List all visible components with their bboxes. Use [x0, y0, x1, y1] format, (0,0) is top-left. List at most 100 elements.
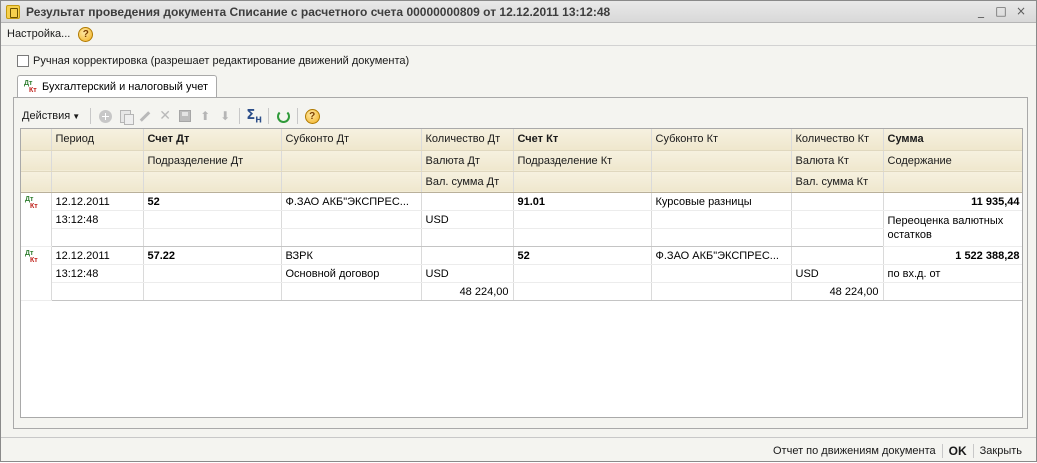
manual-correction-checkbox[interactable]: [17, 55, 29, 67]
subconto-kt: [651, 228, 792, 247]
help-icon[interactable]: ?: [303, 107, 321, 125]
maximize-icon[interactable]: □: [992, 3, 1010, 19]
save-icon[interactable]: [176, 107, 194, 125]
help-icon[interactable]: ?: [78, 26, 94, 42]
manual-correction-option[interactable]: Ручная корректировка (разрешает редактир…: [17, 55, 409, 67]
toolbar-separator: [90, 108, 92, 124]
table-row[interactable]: 48 224,00 48 224,00: [21, 282, 1022, 301]
currency-kt: USD: [791, 264, 884, 283]
subconto-kt: Ф.ЗАО АКБ"ЭКСПРЕС...: [651, 246, 792, 265]
col-division-kt[interactable]: Подразделение Кт: [513, 150, 652, 172]
tab-accounting[interactable]: Дт Кт Бухгалтерский и налоговый учет: [17, 75, 218, 97]
dt-kt-icon: Дт Кт: [21, 246, 52, 301]
tab-panel: Действия ▼ ✕ ⬆ ⬇ ΣH ? Период Счет Дт Суб…: [13, 97, 1028, 429]
minimize-icon[interactable]: _: [972, 3, 990, 19]
col-qty-kt[interactable]: Количество Кт: [791, 129, 884, 151]
subconto-kt: [651, 210, 792, 229]
qty-dt: [421, 192, 514, 211]
col-content[interactable]: Содержание: [883, 150, 1022, 172]
content: Переоценка валютных остатков: [883, 210, 1022, 247]
grid-toolbar: Действия ▼ ✕ ⬆ ⬇ ΣH ?: [22, 106, 322, 126]
document-icon: [6, 4, 20, 19]
currency-dt: USD: [421, 210, 514, 229]
tab-label: Бухгалтерский и налоговый учет: [42, 80, 209, 93]
period-time: 13:12:48: [51, 264, 144, 283]
menu-bar: Настройка... ?: [1, 23, 1036, 45]
toolbar-separator: [239, 108, 241, 124]
delete-icon[interactable]: ✕: [156, 107, 174, 125]
period-date: 12.12.2011: [51, 192, 144, 211]
refresh-icon[interactable]: [274, 107, 292, 125]
qty-kt: [791, 246, 884, 265]
close-icon[interactable]: ×: [1012, 3, 1030, 19]
table-row[interactable]: 13:12:48 USD Переоценка валютных остатко…: [21, 210, 1022, 247]
col-account-dt[interactable]: Счет Дт: [143, 129, 282, 151]
dt-kt-icon: Дт Кт: [24, 79, 37, 94]
col-cur-sum-kt[interactable]: Вал. сумма Кт: [791, 171, 884, 193]
qty-kt: [791, 192, 884, 211]
sum-icon[interactable]: ΣH: [245, 107, 263, 125]
table-row[interactable]: [21, 228, 1022, 247]
table-row[interactable]: Дт Кт 12.12.2011 57.22 ВЗРК 52 Ф.ЗАО АКБ"…: [21, 246, 1022, 301]
divider: [1, 45, 1036, 46]
ok-button[interactable]: OK: [943, 444, 973, 458]
settings-menu[interactable]: Настройка...: [7, 28, 70, 40]
move-up-icon[interactable]: ⬆: [196, 107, 214, 125]
subconto-kt: [651, 282, 792, 301]
content: по вх.д. от: [883, 264, 1022, 283]
account-dt: 57.22: [143, 246, 282, 265]
col-division-dt[interactable]: Подразделение Дт: [143, 150, 282, 172]
period-date: 12.12.2011: [51, 246, 144, 265]
subconto-dt: Основной договор: [281, 264, 422, 283]
document-postings-window: Результат проведения документа Списание …: [0, 0, 1037, 462]
currency-dt: USD: [421, 264, 514, 283]
table-row[interactable]: Дт Кт 12.12.2011 52 Ф.ЗАО АКБ"ЭКСПРЕС... …: [21, 192, 1022, 247]
window-controls: _ □ ×: [972, 3, 1030, 19]
subconto-dt: ВЗРК: [281, 246, 422, 265]
col-subconto-dt[interactable]: Субконто Дт: [281, 129, 422, 151]
qty-dt: [421, 246, 514, 265]
col-currency-kt[interactable]: Валюта Кт: [791, 150, 884, 172]
cur-sum-kt: 48 224,00: [791, 282, 884, 301]
table-row[interactable]: 13:12:48 Основной договор USD USD по вх.…: [21, 264, 1022, 283]
col-icon: [21, 129, 52, 151]
header-row: Подразделение Дт Валюта Дт Подразделение…: [21, 150, 1022, 172]
toolbar-separator: [297, 108, 299, 124]
col-cur-sum-dt[interactable]: Вал. сумма Дт: [421, 171, 514, 193]
col-amount[interactable]: Сумма: [883, 129, 1022, 151]
subconto-dt: Ф.ЗАО АКБ"ЭКСПРЕС...: [281, 192, 422, 211]
title-bar: Результат проведения документа Списание …: [1, 1, 1036, 23]
actions-menu-button[interactable]: Действия ▼: [22, 110, 80, 122]
subconto-dt: [281, 228, 422, 247]
subconto-kt: Курсовые разницы: [651, 192, 792, 211]
dt-kt-icon: Дт Кт: [21, 192, 52, 247]
subconto-dt: [281, 210, 422, 229]
movements-report-button[interactable]: Отчет по движениям документа: [767, 445, 942, 457]
close-button[interactable]: Закрыть: [974, 445, 1028, 457]
col-currency-dt[interactable]: Валюта Дт: [421, 150, 514, 172]
account-kt: 52: [513, 246, 652, 265]
col-period[interactable]: Период: [51, 129, 144, 151]
cur-sum-kt: [791, 228, 884, 247]
account-kt: 91.01: [513, 192, 652, 211]
amount: 1 522 388,28: [883, 246, 1022, 265]
subconto-kt: [651, 264, 792, 283]
toolbar-separator: [268, 108, 270, 124]
cur-sum-dt: [421, 228, 514, 247]
status-bar: Отчет по движениям документа OK Закрыть: [1, 437, 1036, 463]
period-time: 13:12:48: [51, 210, 144, 229]
edit-icon[interactable]: [136, 107, 154, 125]
header-row: Период Счет Дт Субконто Дт Количество Дт…: [21, 129, 1022, 151]
cur-sum-dt: 48 224,00: [421, 282, 514, 301]
account-dt: 52: [143, 192, 282, 211]
amount: 11 935,44: [883, 192, 1022, 211]
postings-table[interactable]: Период Счет Дт Субконто Дт Количество Дт…: [20, 128, 1023, 418]
add-icon[interactable]: [96, 107, 114, 125]
move-down-icon[interactable]: ⬇: [216, 107, 234, 125]
col-qty-dt[interactable]: Количество Дт: [421, 129, 514, 151]
col-subconto-kt[interactable]: Субконто Кт: [651, 129, 792, 151]
col-account-kt[interactable]: Счет Кт: [513, 129, 652, 151]
manual-correction-label: Ручная корректировка (разрешает редактир…: [33, 55, 410, 67]
copy-icon[interactable]: [116, 107, 134, 125]
window-title: Результат проведения документа Списание …: [26, 4, 611, 19]
